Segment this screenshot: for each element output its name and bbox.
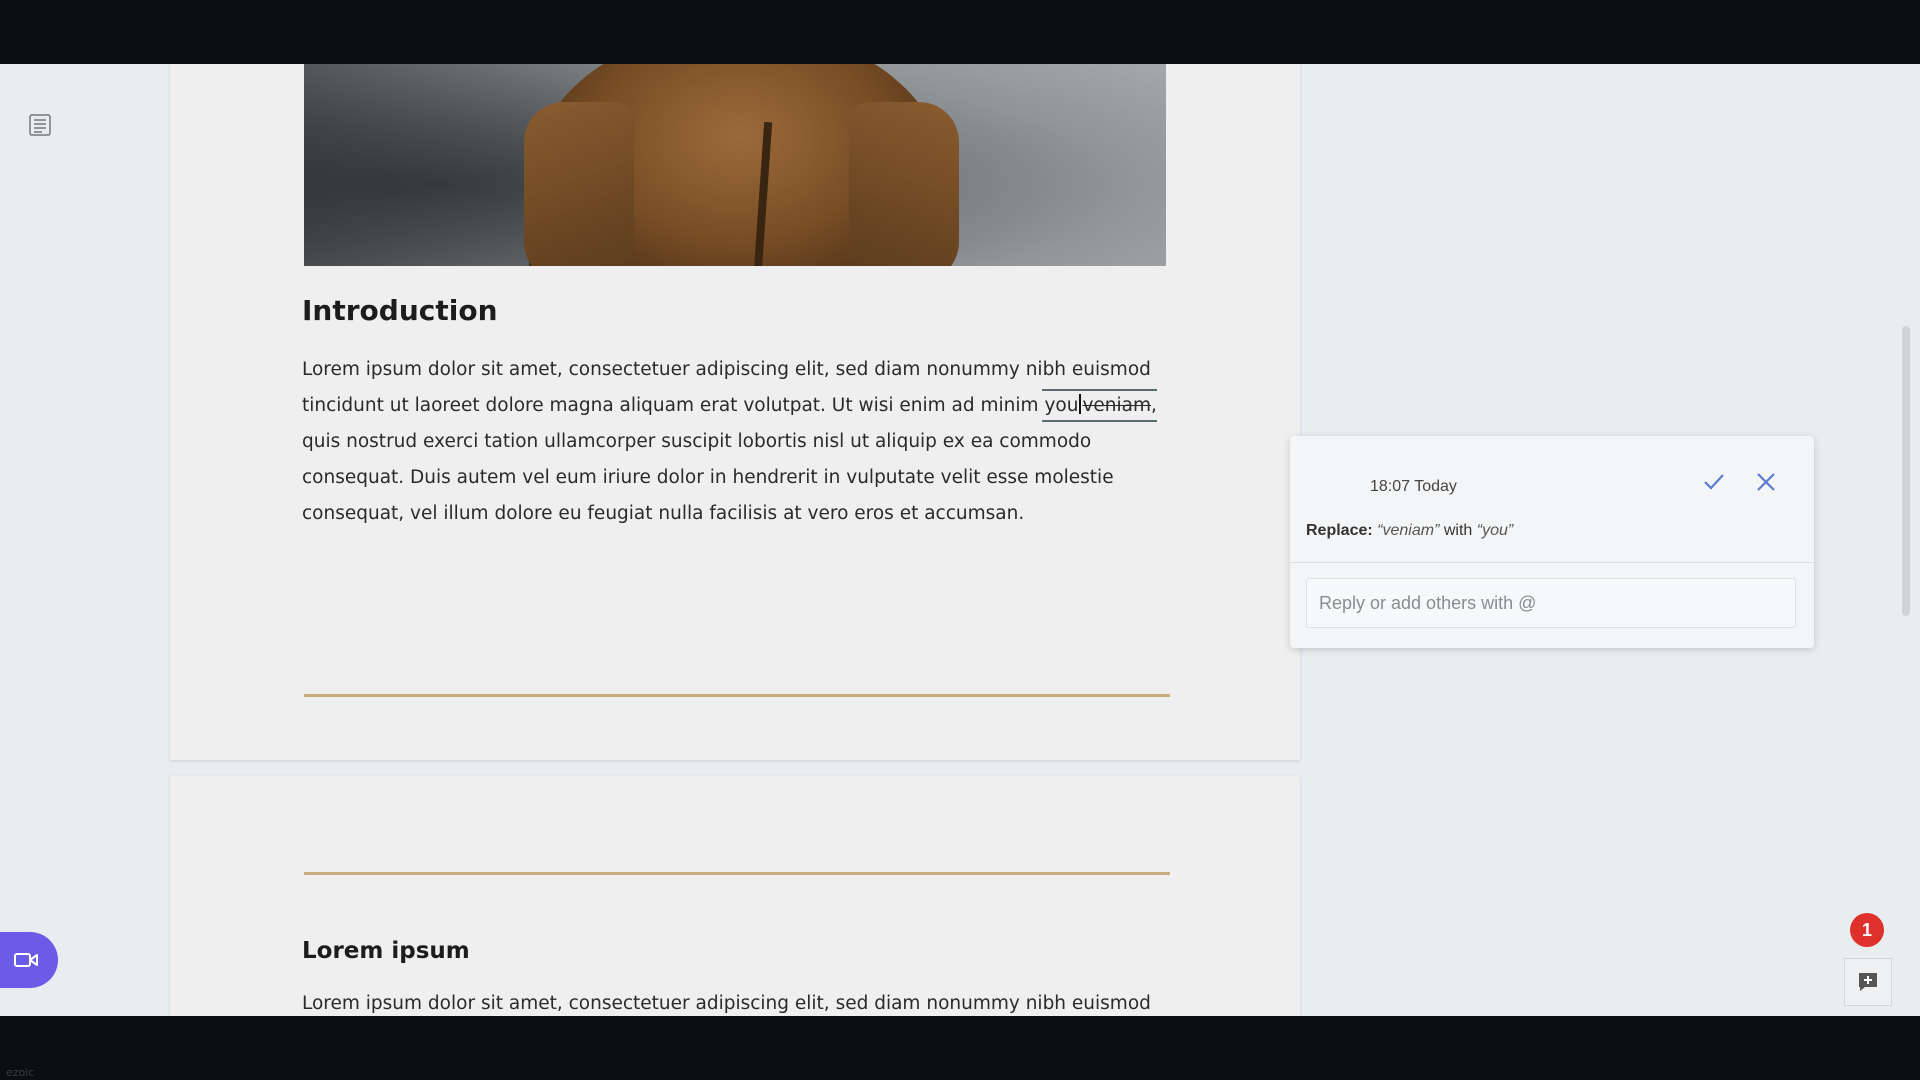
body-paragraph[interactable]: Lorem ipsum dolor sit amet, consectetuer…: [302, 986, 1172, 1016]
horizontal-divider: [304, 694, 1170, 697]
editor-app: Introduction Lorem ipsum dolor sit amet,…: [0, 64, 1920, 1016]
add-comment-button[interactable]: [1844, 958, 1892, 1006]
reject-suggestion-button[interactable]: [1750, 466, 1782, 498]
top-black-bar: [0, 0, 1920, 64]
card-divider: [1290, 562, 1814, 563]
suggestion-insert: you: [1044, 395, 1079, 416]
document-page: Introduction Lorem ipsum dolor sit amet,…: [170, 64, 1300, 760]
video-record-button[interactable]: [0, 932, 58, 988]
check-icon: [1704, 474, 1724, 490]
bottom-black-bar: ezoic: [0, 1016, 1920, 1080]
section-heading[interactable]: Introduction: [302, 294, 498, 327]
paragraph-text: Lorem ipsum dolor sit amet, consectetuer…: [302, 359, 1151, 416]
video-camera-icon: [14, 953, 38, 967]
suggestion-delete: veniam: [1082, 395, 1152, 416]
vertical-scrollbar[interactable]: [1902, 326, 1910, 616]
with-text: with: [1443, 522, 1473, 539]
section-heading[interactable]: Lorem ipsum: [302, 938, 470, 964]
horizontal-divider: [304, 872, 1170, 875]
document-page: Lorem ipsum Lorem ipsum dolor sit amet, …: [170, 776, 1300, 1016]
suggestion-comment-card: 18:07 Today Replace: “veniam” with “you”: [1290, 436, 1814, 648]
hero-image: [304, 64, 1166, 266]
old-word: “veniam”: [1377, 522, 1440, 539]
comment-timestamp: 18:07 Today: [1370, 478, 1457, 495]
add-comment-icon: [1859, 973, 1877, 991]
suggested-replacement[interactable]: you veniam: [1042, 388, 1157, 424]
reply-input[interactable]: [1306, 578, 1796, 628]
document-outline-button[interactable]: [26, 111, 54, 139]
accept-suggestion-button[interactable]: [1698, 466, 1730, 498]
comment-count-badge: 1: [1850, 913, 1884, 947]
summary-label: Replace:: [1306, 522, 1373, 539]
suggestion-summary: Replace: “veniam” with “you”: [1306, 522, 1513, 540]
watermark: ezoic: [6, 1066, 35, 1079]
body-paragraph[interactable]: Lorem ipsum dolor sit amet, consectetuer…: [302, 352, 1172, 532]
close-icon: [1757, 473, 1775, 491]
list-icon: [29, 114, 51, 136]
new-word: “you”: [1476, 522, 1514, 539]
